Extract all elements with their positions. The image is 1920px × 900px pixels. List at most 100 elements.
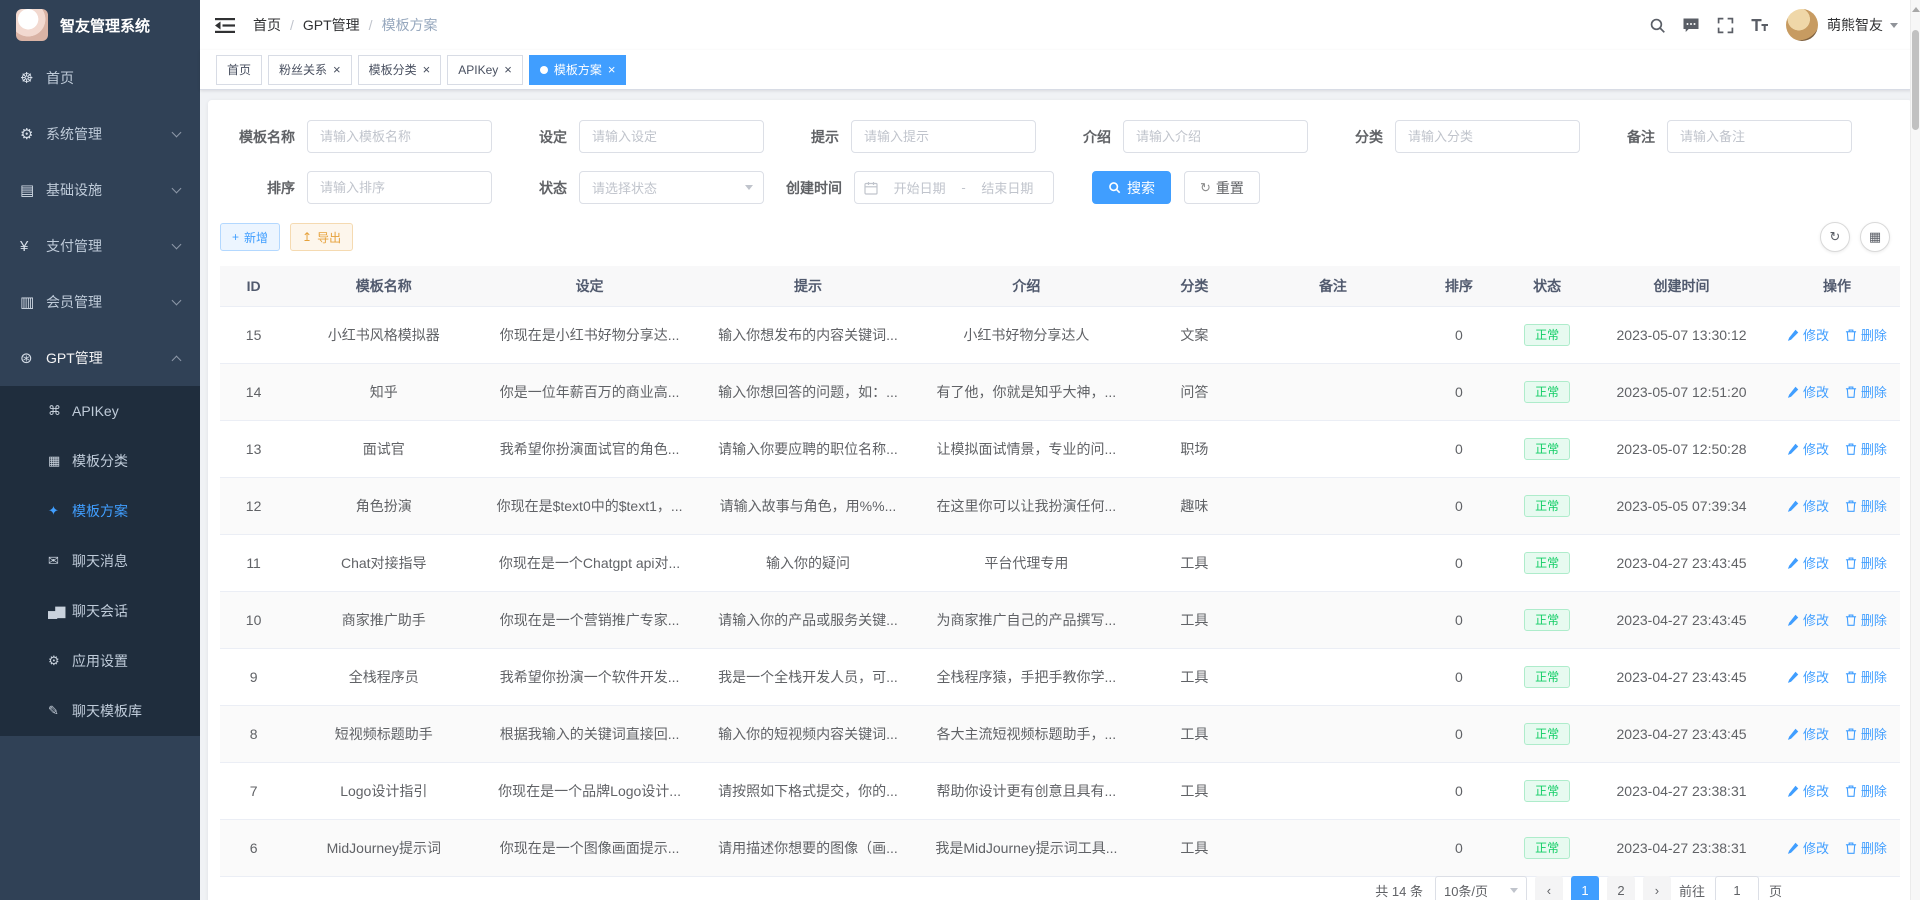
sidebar-item-payment[interactable]: ¥ 支付管理 [0, 218, 200, 274]
edit-link-label: 修改 [1803, 382, 1829, 401]
sidebar-item-label: 支付管理 [46, 236, 173, 256]
close-icon[interactable]: × [333, 63, 341, 76]
close-icon[interactable]: × [608, 63, 616, 76]
page-content: 模板名称 设定 提示 介绍 [200, 90, 1920, 900]
close-icon[interactable]: × [423, 63, 431, 76]
edit-link[interactable]: 修改 [1787, 382, 1829, 401]
scrollbar-thumb[interactable] [1912, 30, 1919, 130]
delete-icon [1845, 557, 1857, 569]
edit-link[interactable]: 修改 [1787, 667, 1829, 686]
intro-input[interactable] [1123, 120, 1308, 153]
cell-operations: 修改 删除 [1774, 477, 1900, 534]
sidebar-item-template-category[interactable]: ▦ 模板分类 [0, 436, 200, 486]
tab-template-category[interactable]: 模板分类 × [358, 55, 442, 85]
pagination: 共 14 条 10条/页 ‹ 1 2 › 前往 页 [1375, 876, 1782, 900]
delete-link[interactable]: 删除 [1845, 553, 1887, 572]
close-icon[interactable]: × [504, 63, 512, 76]
cell-template-name: 全栈程序员 [287, 648, 480, 705]
delete-link[interactable]: 删除 [1845, 610, 1887, 629]
message-icon[interactable] [1674, 0, 1708, 50]
category-input[interactable] [1395, 120, 1580, 153]
template-name-input[interactable] [307, 120, 492, 153]
cell-category: 文案 [1136, 306, 1254, 363]
sort-input[interactable] [307, 171, 492, 204]
delete-link[interactable]: 删除 [1845, 781, 1887, 800]
filter-remark: 备注 [1580, 120, 1852, 153]
page-button-1[interactable]: 1 [1571, 876, 1599, 900]
status-badge: 正常 [1524, 837, 1570, 859]
edit-link[interactable]: 修改 [1787, 781, 1829, 800]
refresh-button[interactable]: ↻ [1820, 222, 1850, 252]
cell-operations: 修改 删除 [1774, 648, 1900, 705]
edit-link[interactable]: 修改 [1787, 610, 1829, 629]
filter-label: 创建时间 [764, 178, 854, 198]
prev-page-button[interactable]: ‹ [1535, 876, 1563, 900]
sidebar-item-infrastructure[interactable]: ▤ 基础设施 [0, 162, 200, 218]
edit-link[interactable]: 修改 [1787, 325, 1829, 344]
breadcrumb-home[interactable]: 首页 [253, 15, 281, 35]
delete-link[interactable]: 删除 [1845, 724, 1887, 743]
tab-home[interactable]: 首页 [216, 55, 262, 85]
delete-icon [1845, 386, 1857, 398]
columns-settings-button[interactable]: ▦ [1860, 222, 1890, 252]
tabs-bar: 首页 粉丝关系 × 模板分类 × APIKey × 模板方案 × [200, 50, 1920, 90]
sidebar-item-template-plan[interactable]: ✦ 模板方案 [0, 486, 200, 536]
fullscreen-icon[interactable] [1708, 0, 1742, 50]
app-logo[interactable]: 智友管理系统 [0, 0, 200, 50]
edit-link[interactable]: 修改 [1787, 496, 1829, 515]
add-button[interactable]: + 新增 [220, 223, 280, 251]
cell-setting: 你现在是一个Chatgpt api对... [480, 534, 698, 591]
sidebar-item-label: 聊天消息 [72, 551, 128, 571]
font-size-icon[interactable] [1742, 0, 1776, 50]
sidebar-item-app-settings[interactable]: ⚙ 应用设置 [0, 636, 200, 686]
sidebar-item-chat-template-library[interactable]: ✎ 聊天模板库 [0, 686, 200, 736]
sidebar-item-system[interactable]: ⚙ 系统管理 [0, 106, 200, 162]
sidebar-item-gpt[interactable]: ⊛ GPT管理 [0, 330, 200, 386]
search-button[interactable]: 搜索 [1092, 171, 1171, 204]
edit-link[interactable]: 修改 [1787, 439, 1829, 458]
tab-template-plan[interactable]: 模板方案 × [529, 55, 627, 85]
status-select[interactable]: 请选择状态 [579, 171, 764, 204]
delete-link[interactable]: 删除 [1845, 667, 1887, 686]
edit-link[interactable]: 修改 [1787, 838, 1829, 857]
date-range-picker[interactable]: 开始日期 - 结束日期 [854, 171, 1054, 204]
tab-fans-relation[interactable]: 粉丝关系 × [268, 55, 352, 85]
export-button[interactable]: ↥ 导出 [290, 223, 353, 251]
search-icon[interactable] [1640, 0, 1674, 50]
sidebar-item-chat-message[interactable]: ✉ 聊天消息 [0, 536, 200, 586]
table-row: 7 Logo设计指引 你现在是一个品牌Logo设计... 请按照如下格式提交，你… [220, 762, 1900, 819]
setting-input[interactable] [579, 120, 764, 153]
delete-link[interactable]: 删除 [1845, 382, 1887, 401]
goto-page-input[interactable] [1715, 876, 1759, 900]
remark-input[interactable] [1667, 120, 1852, 153]
sidebar-item-member[interactable]: ▥ 会员管理 [0, 274, 200, 330]
tab-apikey[interactable]: APIKey × [447, 55, 523, 85]
sidebar-item-home[interactable]: ☸ 首页 [0, 50, 200, 106]
filter-label: 状态 [492, 178, 579, 198]
page-size-select[interactable]: 10条/页 [1435, 876, 1527, 900]
cell-operations: 修改 删除 [1774, 306, 1900, 363]
sidebar-item-chat-session[interactable]: ▄▆ 聊天会话 [0, 586, 200, 636]
page-button-2[interactable]: 2 [1607, 876, 1635, 900]
edit-link[interactable]: 修改 [1787, 553, 1829, 572]
chevron-down-icon [1510, 888, 1518, 893]
delete-link[interactable]: 删除 [1845, 439, 1887, 458]
edit-link[interactable]: 修改 [1787, 724, 1829, 743]
scrollbar-up-arrow[interactable] [1912, 7, 1920, 12]
cell-id: 11 [220, 534, 287, 591]
reset-button[interactable]: ↻ 重置 [1184, 171, 1260, 204]
delete-link[interactable]: 删除 [1845, 496, 1887, 515]
sidebar-item-apikey[interactable]: ⌘ APIKey [0, 386, 200, 436]
delete-link-label: 删除 [1861, 667, 1887, 686]
breadcrumb-gpt[interactable]: GPT管理 [303, 15, 360, 35]
user-menu[interactable]: 萌熊智友 [1786, 9, 1898, 41]
delete-link[interactable]: 删除 [1845, 838, 1887, 857]
cell-category: 问答 [1136, 363, 1254, 420]
next-page-button[interactable]: › [1643, 876, 1671, 900]
delete-link-label: 删除 [1861, 610, 1887, 629]
prompt-input[interactable] [851, 120, 1036, 153]
category-icon: ▦ [48, 453, 72, 469]
sidebar-toggle-icon[interactable] [215, 17, 235, 34]
delete-link[interactable]: 删除 [1845, 325, 1887, 344]
calendar-icon [864, 181, 878, 195]
